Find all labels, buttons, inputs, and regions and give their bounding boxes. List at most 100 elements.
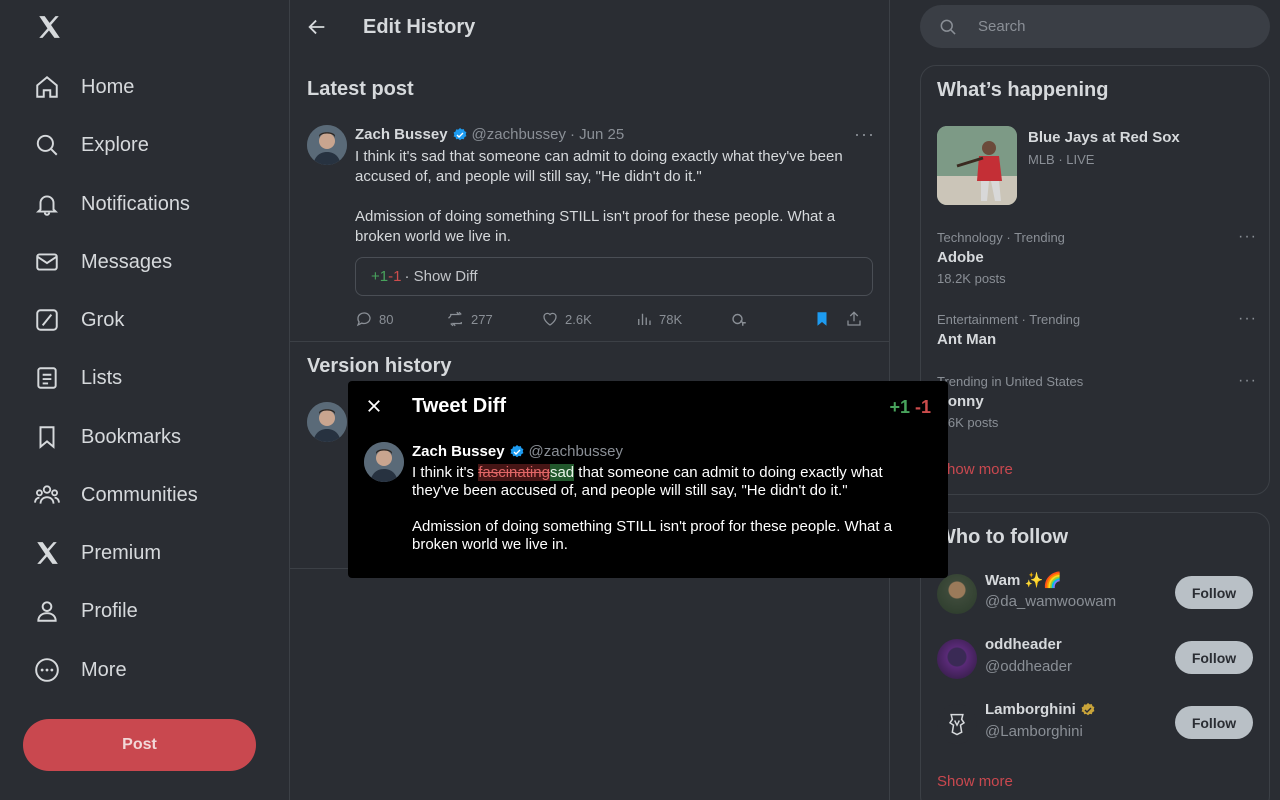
avatar[interactable] [937,574,977,614]
repost-button[interactable]: 277 [447,310,493,328]
follow-button[interactable]: Follow [1175,706,1253,739]
diff-summary: +1 -1 [889,397,931,418]
nav-label: Notifications [81,192,190,215]
x-premium-icon [37,542,58,564]
repost-count: 277 [471,311,493,327]
trend-item[interactable]: Technology · Trending Adobe 18.2K posts … [937,228,1257,286]
show-more-link[interactable]: Show more [937,773,1013,790]
trend-meta: Trending in United States [937,374,1084,389]
nav-item-notifications[interactable]: Notifications [34,184,190,224]
communities-icon [34,485,60,504]
avatar[interactable] [307,402,347,442]
nav-item-home[interactable]: Home [34,67,134,107]
share-icon [847,311,861,326]
nav-label: Messages [81,250,173,273]
tweet-date: · Jun 25 [570,126,625,143]
lamborghini-bull-logo-icon[interactable] [937,704,977,744]
more-circle-icon [35,658,59,682]
nav-item-explore[interactable]: Explore [34,125,149,165]
grok-analyze-button[interactable] [730,310,754,328]
nav-item-lists[interactable]: Lists [34,358,122,398]
tweet-actions: 80 277 2.6K 78K [355,310,875,330]
nav-item-bookmarks[interactable]: Bookmarks [34,417,181,457]
trend-thumbnail-image[interactable] [937,126,1017,205]
grok-icon [36,309,58,331]
diff-paragraph: Admission of doing something STILL isn't… [412,518,893,553]
nav-item-more[interactable]: More [34,650,127,690]
author-name: Zach Bussey [412,443,505,460]
tweet-paragraph: Admission of doing something STILL isn't… [355,208,836,245]
verified-badge-icon [510,444,523,457]
nav-item-communities[interactable]: Communities [34,475,198,515]
follow-button[interactable]: Follow [1175,576,1253,609]
like-button[interactable]: 2.6K [541,310,592,328]
back-arrow-icon[interactable] [306,16,328,38]
trend-count: 5.6K posts [937,415,999,430]
more-options-icon[interactable]: ··· [1238,310,1257,328]
x-logo-icon[interactable] [36,14,62,40]
follow-suggestion[interactable]: Lamborghini @Lamborghini Follow [937,701,1257,747]
panel-title: Who to follow [937,526,1069,548]
trend-item[interactable]: Trending in United States Ronny 5.6K pos… [937,372,1257,430]
user-handle: @Lamborghini [985,723,1083,740]
latest-post-heading: Latest post [307,78,414,100]
nav-label: Premium [81,541,162,564]
user-name: oddheader [985,636,1062,653]
nav-item-messages[interactable]: Messages [34,242,172,282]
show-more-link[interactable]: Show more [937,461,1013,478]
grok-analyze-icon [732,313,746,326]
more-options-icon[interactable]: ··· [854,124,875,145]
reply-icon [356,312,371,327]
follow-button[interactable]: Follow [1175,641,1253,674]
post-button[interactable]: Post [23,719,256,771]
trend-title[interactable]: Blue Jays at Red Sox [1028,129,1180,146]
share-button[interactable] [845,310,869,328]
more-options-icon[interactable]: ··· [1238,228,1257,246]
verified-gold-badge-icon [1081,702,1095,715]
search-bar[interactable] [920,5,1270,48]
diff-minus-count: -1 [914,397,931,417]
show-diff-button[interactable]: +1 -1 · Show Diff [355,257,873,296]
diff-text-before: I think it's [412,464,479,481]
more-options-icon[interactable]: ··· [1238,372,1257,390]
bookmark-button[interactable] [813,310,837,328]
trend-item[interactable]: Entertainment · Trending Ant Man ··· [937,310,1257,348]
avatar[interactable] [307,125,347,165]
author-handle: @zachbussey [528,443,623,460]
views-chart-icon [638,313,651,325]
repost-icon [448,311,462,327]
nav-label: Grok [81,308,125,331]
avatar[interactable] [937,639,977,679]
diff-plus-count: +1 [371,268,389,285]
follow-suggestion[interactable]: Wam ✨🌈 @da_wamwoowam Follow [937,571,1257,617]
panel-title: What’s happening [937,79,1109,101]
like-count: 2.6K [565,311,592,327]
close-icon[interactable] [365,397,383,415]
tweet-author[interactable]: Zach Bussey @zachbussey · Jun 25 [355,126,624,143]
user-handle: @da_wamwoowam [985,593,1117,610]
nav-label: Profile [81,599,138,622]
nav-item-premium[interactable]: Premium [34,533,161,573]
diff-plus-count: +1 [889,397,910,417]
verified-badge-icon [453,127,466,140]
reply-button[interactable]: 80 [355,310,393,328]
trend-name: Ronny [937,393,984,410]
search-input[interactable] [978,18,1228,35]
nav-item-profile[interactable]: Profile [34,591,138,631]
trend-name: Adobe [937,249,984,266]
divider [290,341,890,342]
follow-suggestion[interactable]: oddheader @oddheader Follow [937,636,1257,682]
profile-icon [37,601,57,622]
list-icon [37,367,57,389]
user-name-row: Lamborghini [985,701,1096,718]
trend-name: Ant Man [937,331,997,348]
views-button[interactable]: 78K [635,310,682,328]
version-history-heading: Version history [307,355,452,377]
avatar[interactable] [364,442,404,482]
search-icon [36,134,58,156]
nav-label: Communities [81,483,198,506]
reply-count: 80 [379,311,394,327]
diff-inserted-text: sad [549,464,575,481]
nav-item-grok[interactable]: Grok [34,300,124,340]
diff-minus-count: -1 [388,268,402,285]
